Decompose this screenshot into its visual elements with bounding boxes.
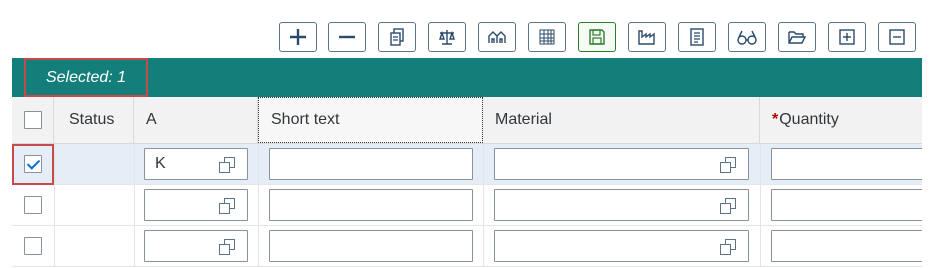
table-header: Status A Short text Material * Quantity bbox=[12, 97, 922, 144]
row-checkbox[interactable] bbox=[24, 237, 42, 255]
expand-icon bbox=[839, 29, 855, 45]
selection-bar: Selected: 1 bbox=[12, 58, 922, 97]
table-icon bbox=[539, 29, 555, 45]
select-all-cell bbox=[12, 97, 54, 143]
required-marker: * bbox=[772, 111, 779, 128]
copy-icon bbox=[390, 28, 404, 46]
value-help-icon[interactable] bbox=[219, 157, 235, 173]
glasses-icon bbox=[737, 30, 757, 45]
quantity-field[interactable] bbox=[771, 230, 922, 262]
document-icon bbox=[690, 28, 704, 46]
plus-icon bbox=[290, 29, 306, 45]
collapse-icon bbox=[889, 29, 905, 45]
material-field[interactable] bbox=[494, 148, 749, 180]
quantity-field[interactable] bbox=[771, 148, 922, 180]
display-button[interactable] bbox=[728, 22, 766, 52]
column-header-quantity[interactable]: * Quantity bbox=[760, 97, 922, 143]
value-help-icon[interactable] bbox=[720, 198, 736, 214]
open-folder-button[interactable] bbox=[778, 22, 816, 52]
collapse-all-button[interactable] bbox=[878, 22, 916, 52]
column-header-a[interactable]: A bbox=[134, 97, 258, 143]
value-help-icon[interactable] bbox=[720, 157, 736, 173]
column-header-short-text[interactable]: Short text bbox=[258, 97, 483, 143]
column-header-status[interactable]: Status bbox=[54, 97, 134, 143]
value-help-icon[interactable] bbox=[219, 198, 235, 214]
column-header-quantity-label: Quantity bbox=[779, 111, 839, 128]
minus-icon bbox=[339, 35, 355, 39]
table-row[interactable] bbox=[12, 226, 922, 267]
material-field[interactable] bbox=[494, 230, 749, 262]
save-icon bbox=[589, 29, 605, 45]
material-field[interactable] bbox=[494, 189, 749, 221]
document-button[interactable] bbox=[678, 22, 716, 52]
folder-open-icon bbox=[788, 31, 807, 44]
table-toolbar bbox=[0, 22, 934, 54]
row-selector-highlight bbox=[12, 144, 54, 185]
value-help-icon[interactable] bbox=[219, 239, 235, 255]
save-button[interactable] bbox=[578, 22, 616, 52]
a-field[interactable] bbox=[144, 189, 248, 221]
items-table: Status A Short text Material * Quantity K bbox=[12, 97, 922, 268]
table-row[interactable] bbox=[12, 185, 922, 226]
short-text-field[interactable] bbox=[269, 230, 473, 262]
expand-all-button[interactable] bbox=[828, 22, 866, 52]
a-field-value: K bbox=[155, 155, 166, 172]
table-row[interactable]: K bbox=[12, 144, 922, 185]
short-text-field[interactable] bbox=[269, 189, 473, 221]
buildings-icon bbox=[488, 31, 506, 43]
short-text-field[interactable] bbox=[269, 148, 473, 180]
a-field[interactable] bbox=[144, 230, 248, 262]
factory-icon bbox=[638, 30, 655, 45]
column-header-material[interactable]: Material bbox=[483, 97, 760, 143]
add-row-button[interactable] bbox=[279, 22, 317, 52]
buildings-button[interactable] bbox=[478, 22, 516, 52]
row-checkbox[interactable] bbox=[24, 196, 42, 214]
copy-button[interactable] bbox=[378, 22, 416, 52]
balance-button[interactable] bbox=[428, 22, 466, 52]
table-button[interactable] bbox=[528, 22, 566, 52]
row-checkbox[interactable] bbox=[24, 155, 42, 173]
factory-button[interactable] bbox=[628, 22, 666, 52]
value-help-icon[interactable] bbox=[720, 239, 736, 255]
quantity-field[interactable] bbox=[771, 189, 922, 221]
delete-row-button[interactable] bbox=[328, 22, 366, 52]
a-field[interactable]: K bbox=[144, 148, 248, 180]
selected-count-label: Selected: 1 bbox=[24, 58, 148, 97]
select-all-checkbox[interactable] bbox=[23, 111, 42, 129]
balance-scale-icon bbox=[439, 30, 455, 45]
